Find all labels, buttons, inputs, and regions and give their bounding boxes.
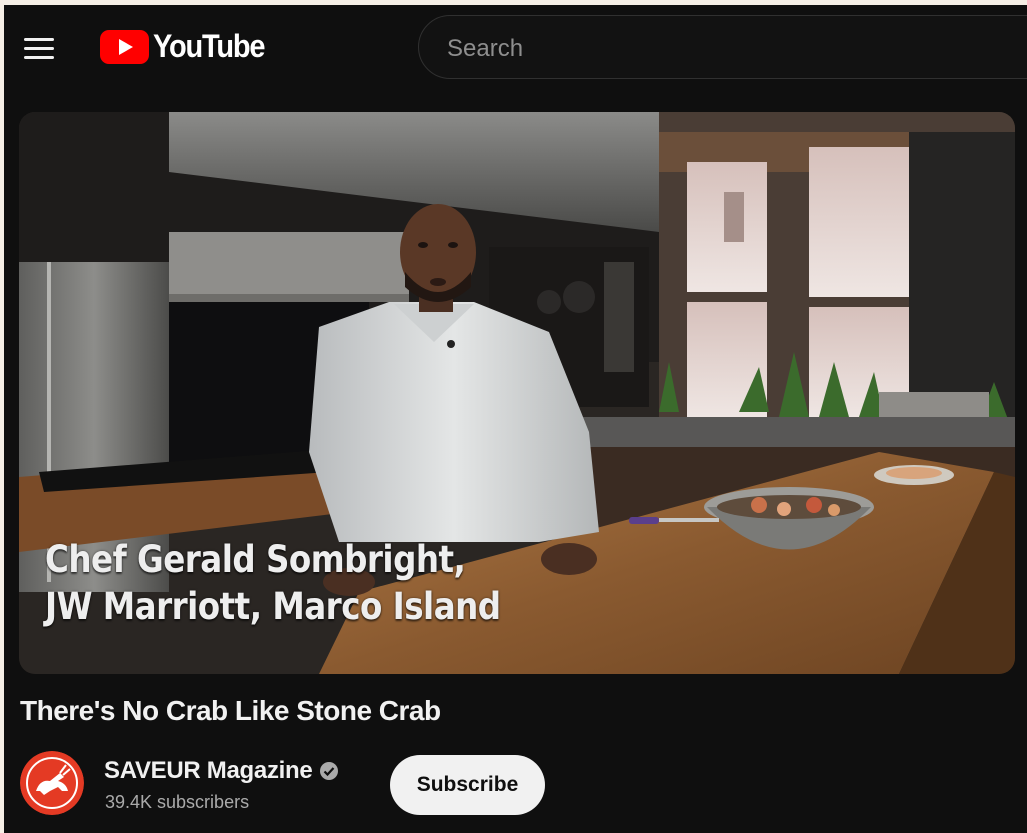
youtube-app: YouTube Search Chef Gerald Sombright, JW… [4, 5, 1027, 833]
hamburger-menu-icon[interactable] [16, 25, 62, 71]
subscribe-button[interactable]: Subscribe [390, 755, 545, 815]
logo-wordmark: YouTube [153, 28, 266, 65]
channel-avatar[interactable] [20, 751, 84, 815]
channel-name-link[interactable]: SAVEUR Magazine [104, 757, 339, 785]
search-box[interactable] [418, 15, 1027, 79]
video-title: There's No Crab Like Stone Crab [20, 695, 441, 726]
video-caption: Chef Gerald Sombright, JW Marriott, Marc… [45, 536, 501, 630]
verified-check-icon [320, 762, 339, 780]
caption-line-1: Chef Gerald Sombright, [45, 538, 466, 581]
subscriber-count: 39.4K subscribers [105, 792, 250, 812]
channel-name: SAVEUR Magazine [104, 757, 313, 784]
caption-line-2: JW Marriott, Marco Island [45, 585, 501, 628]
search-input[interactable] [445, 32, 1009, 66]
youtube-logo[interactable]: YouTube [100, 27, 266, 67]
youtube-play-icon [100, 30, 149, 64]
video-player[interactable]: Chef Gerald Sombright, JW Marriott, Marc… [19, 112, 1015, 674]
